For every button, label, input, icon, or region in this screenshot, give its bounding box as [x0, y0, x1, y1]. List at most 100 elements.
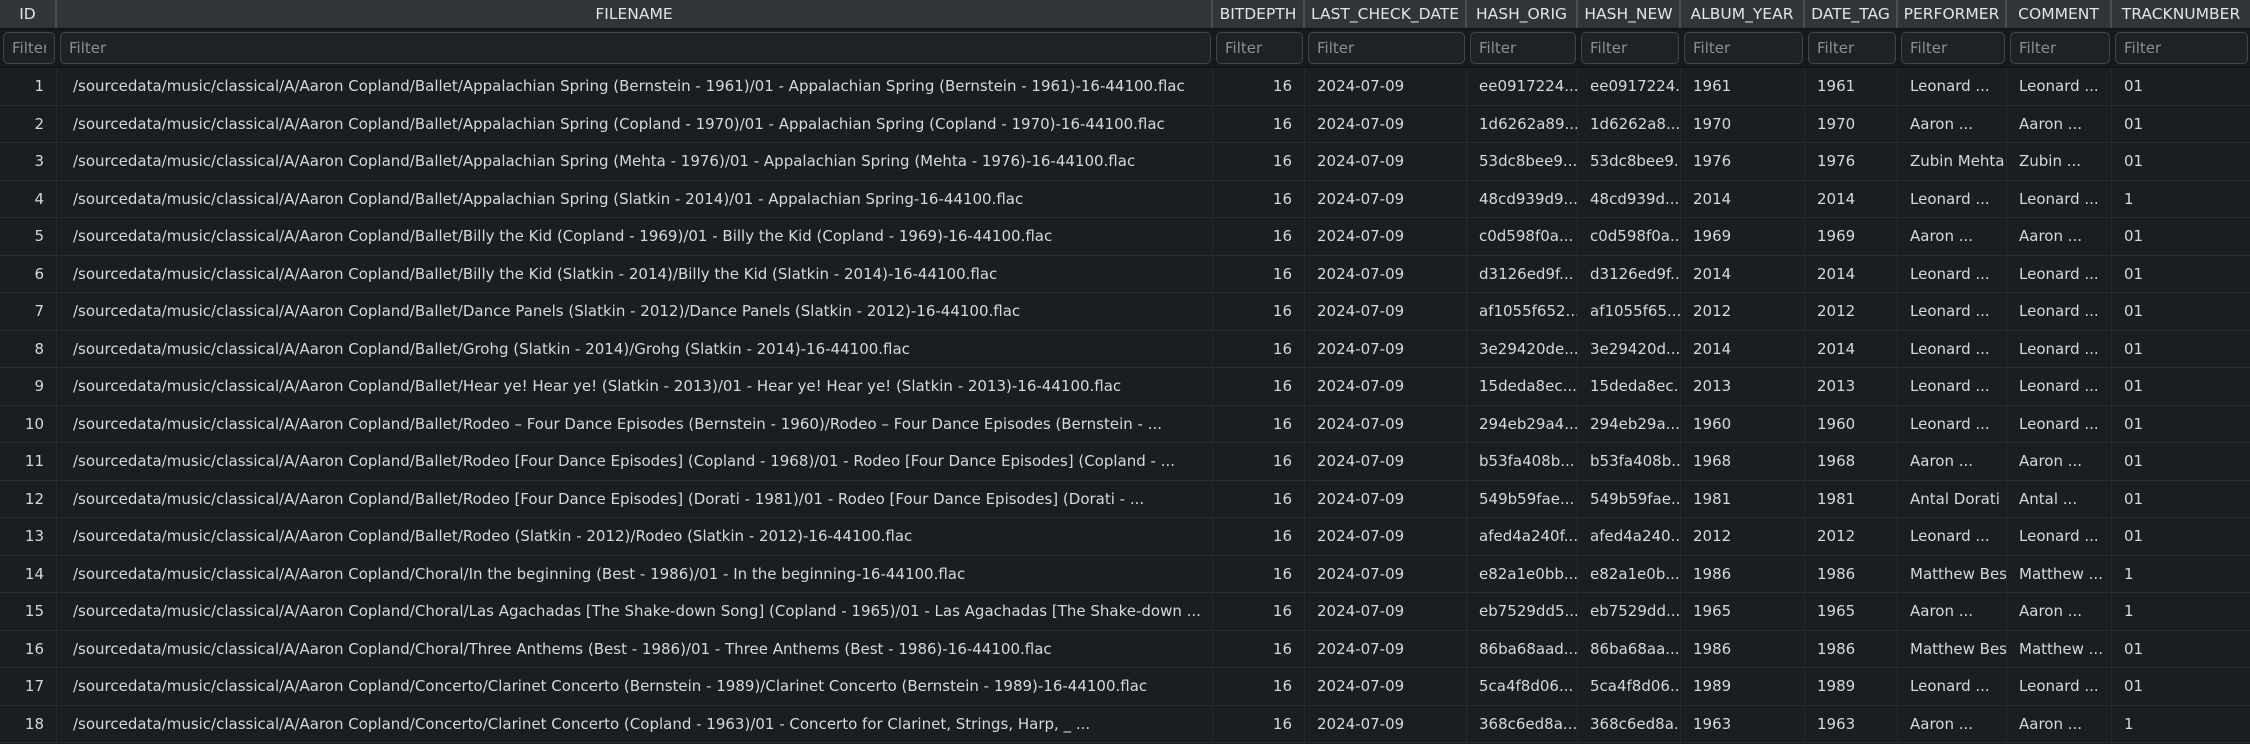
- cell-hash-orig: 294eb29a4...: [1467, 406, 1578, 443]
- table-row[interactable]: 12/sourcedata/music/classical/A/Aaron Co…: [0, 481, 2250, 519]
- filter-input-comment[interactable]: [2010, 32, 2110, 64]
- table-row[interactable]: 18/sourcedata/music/classical/A/Aaron Co…: [0, 706, 2250, 744]
- cell-hash-new: 86ba68aa...: [1578, 631, 1681, 668]
- filter-input-last-check-date[interactable]: [1308, 32, 1465, 64]
- cell-filename: /sourcedata/music/classical/A/Aaron Copl…: [57, 331, 1213, 368]
- table-row[interactable]: 2/sourcedata/music/classical/A/Aaron Cop…: [0, 106, 2250, 144]
- filter-cell-hash-new: [1578, 29, 1681, 67]
- column-header-hash-orig[interactable]: HASH_ORIG: [1467, 0, 1578, 28]
- table-body: 1/sourcedata/music/classical/A/Aaron Cop…: [0, 68, 2250, 744]
- cell-hash-orig: 15deda8ec...: [1467, 368, 1578, 405]
- filter-cell-bitdepth: [1213, 29, 1305, 67]
- cell-hash-orig: afed4a240f...: [1467, 518, 1578, 555]
- cell-comment: Leonard ...: [2007, 406, 2112, 443]
- header-row: IDFILENAMEBITDEPTHLAST_CHECK_DATEHASH_OR…: [0, 0, 2250, 29]
- cell-last-check-date: 2024-07-09: [1305, 293, 1467, 330]
- column-header-comment[interactable]: COMMENT: [2007, 0, 2112, 28]
- filter-cell-id: [0, 29, 57, 67]
- table-row[interactable]: 9/sourcedata/music/classical/A/Aaron Cop…: [0, 368, 2250, 406]
- column-header-tracknumber[interactable]: TRACKNUMBER: [2112, 0, 2250, 28]
- cell-tracknumber: 1: [2112, 181, 2250, 218]
- table-row[interactable]: 11/sourcedata/music/classical/A/Aaron Co…: [0, 443, 2250, 481]
- cell-performer: Leonard ...: [1898, 518, 2007, 555]
- cell-last-check-date: 2024-07-09: [1305, 481, 1467, 518]
- cell-id: 10: [0, 406, 57, 443]
- column-header-album-year[interactable]: ALBUM_YEAR: [1681, 0, 1805, 28]
- cell-album-year: 1976: [1681, 143, 1805, 180]
- cell-id: 3: [0, 143, 57, 180]
- cell-comment: Leonard ...: [2007, 331, 2112, 368]
- cell-comment: Leonard ...: [2007, 668, 2112, 705]
- filter-input-filename[interactable]: [60, 32, 1211, 64]
- filter-input-id[interactable]: [3, 32, 55, 64]
- cell-filename: /sourcedata/music/classical/A/Aaron Copl…: [57, 556, 1213, 593]
- table-row[interactable]: 3/sourcedata/music/classical/A/Aaron Cop…: [0, 143, 2250, 181]
- cell-bitdepth: 16: [1213, 256, 1305, 293]
- cell-filename: /sourcedata/music/classical/A/Aaron Copl…: [57, 518, 1213, 555]
- table-row[interactable]: 10/sourcedata/music/classical/A/Aaron Co…: [0, 406, 2250, 444]
- table-row[interactable]: 17/sourcedata/music/classical/A/Aaron Co…: [0, 668, 2250, 706]
- cell-comment: Aaron ...: [2007, 106, 2112, 143]
- column-header-hash-new[interactable]: HASH_NEW: [1578, 0, 1681, 28]
- filter-input-bitdepth[interactable]: [1216, 32, 1303, 64]
- table-row[interactable]: 4/sourcedata/music/classical/A/Aaron Cop…: [0, 181, 2250, 219]
- table-row[interactable]: 6/sourcedata/music/classical/A/Aaron Cop…: [0, 256, 2250, 294]
- table-row[interactable]: 13/sourcedata/music/classical/A/Aaron Co…: [0, 518, 2250, 556]
- cell-album-year: 1981: [1681, 481, 1805, 518]
- cell-date-tag: 2014: [1805, 256, 1898, 293]
- table-row[interactable]: 8/sourcedata/music/classical/A/Aaron Cop…: [0, 331, 2250, 369]
- column-header-id[interactable]: ID: [0, 0, 57, 28]
- cell-hash-orig: c0d598f0a...: [1467, 218, 1578, 255]
- cell-id: 12: [0, 481, 57, 518]
- cell-bitdepth: 16: [1213, 556, 1305, 593]
- filter-input-album-year[interactable]: [1684, 32, 1803, 64]
- cell-id: 6: [0, 256, 57, 293]
- cell-filename: /sourcedata/music/classical/A/Aaron Copl…: [57, 593, 1213, 630]
- cell-id: 1: [0, 68, 57, 105]
- filter-cell-tracknumber: [2112, 29, 2250, 67]
- column-header-filename[interactable]: FILENAME: [57, 0, 1213, 28]
- filter-cell-filename: [57, 29, 1213, 67]
- cell-hash-orig: 3e29420de...: [1467, 331, 1578, 368]
- cell-comment: Aaron ...: [2007, 443, 2112, 480]
- cell-comment: Aaron ...: [2007, 593, 2112, 630]
- filter-cell-hash-orig: [1467, 29, 1578, 67]
- cell-date-tag: 1970: [1805, 106, 1898, 143]
- cell-performer: Zubin Mehta: [1898, 143, 2007, 180]
- table-row[interactable]: 16/sourcedata/music/classical/A/Aaron Co…: [0, 631, 2250, 669]
- cell-bitdepth: 16: [1213, 443, 1305, 480]
- table-row[interactable]: 7/sourcedata/music/classical/A/Aaron Cop…: [0, 293, 2250, 331]
- column-header-last-check-date[interactable]: LAST_CHECK_DATE: [1305, 0, 1467, 28]
- column-header-performer[interactable]: PERFORMER: [1898, 0, 2007, 28]
- cell-tracknumber: 01: [2112, 143, 2250, 180]
- filter-input-date-tag[interactable]: [1808, 32, 1896, 64]
- cell-filename: /sourcedata/music/classical/A/Aaron Copl…: [57, 631, 1213, 668]
- table-row[interactable]: 1/sourcedata/music/classical/A/Aaron Cop…: [0, 68, 2250, 106]
- cell-tracknumber: 01: [2112, 631, 2250, 668]
- cell-filename: /sourcedata/music/classical/A/Aaron Copl…: [57, 481, 1213, 518]
- cell-album-year: 1963: [1681, 706, 1805, 743]
- filter-input-performer[interactable]: [1901, 32, 2005, 64]
- cell-performer: Matthew Best: [1898, 556, 2007, 593]
- filter-input-hash-orig[interactable]: [1470, 32, 1576, 64]
- cell-bitdepth: 16: [1213, 143, 1305, 180]
- cell-album-year: 1986: [1681, 556, 1805, 593]
- cell-last-check-date: 2024-07-09: [1305, 256, 1467, 293]
- cell-id: 18: [0, 706, 57, 743]
- cell-performer: Leonard ...: [1898, 256, 2007, 293]
- cell-date-tag: 2014: [1805, 331, 1898, 368]
- table-row[interactable]: 5/sourcedata/music/classical/A/Aaron Cop…: [0, 218, 2250, 256]
- cell-date-tag: 2013: [1805, 368, 1898, 405]
- cell-bitdepth: 16: [1213, 106, 1305, 143]
- cell-bitdepth: 16: [1213, 293, 1305, 330]
- filter-input-tracknumber[interactable]: [2115, 32, 2248, 64]
- filter-input-hash-new[interactable]: [1581, 32, 1679, 64]
- table-row[interactable]: 14/sourcedata/music/classical/A/Aaron Co…: [0, 556, 2250, 594]
- cell-last-check-date: 2024-07-09: [1305, 143, 1467, 180]
- column-header-bitdepth[interactable]: BITDEPTH: [1213, 0, 1305, 28]
- cell-comment: Leonard ...: [2007, 293, 2112, 330]
- table-row[interactable]: 15/sourcedata/music/classical/A/Aaron Co…: [0, 593, 2250, 631]
- column-header-date-tag[interactable]: DATE_TAG: [1805, 0, 1898, 28]
- cell-performer: Antal Dorati: [1898, 481, 2007, 518]
- cell-filename: /sourcedata/music/classical/A/Aaron Copl…: [57, 68, 1213, 105]
